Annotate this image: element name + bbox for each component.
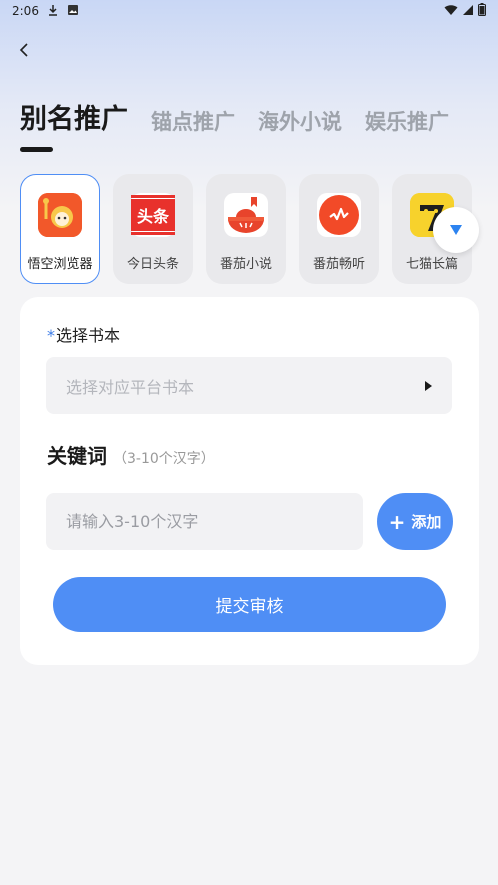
book-select[interactable]: 选择对应平台书本 <box>46 357 452 414</box>
wukong-browser-icon <box>38 193 82 237</box>
tab-entertainment-promotion[interactable]: 娱乐推广 <box>365 106 449 136</box>
platform-label: 番茄畅听 <box>312 257 365 272</box>
back-button[interactable] <box>12 38 36 62</box>
keyword-section-title: 关键词 （3-10个汉字） <box>47 440 215 469</box>
platform-label: 七猫长篇 <box>405 257 458 272</box>
platform-label: 今日头条 <box>126 257 179 272</box>
status-bar: 2:06 <box>0 0 498 22</box>
triangle-down-icon <box>450 225 462 235</box>
battery-icon <box>478 3 486 19</box>
toutiao-logo-text: 头条 <box>137 207 170 226</box>
platform-label: 番茄小说 <box>219 257 272 272</box>
triangle-right-icon <box>425 380 432 391</box>
wifi-icon <box>444 4 458 19</box>
tab-alias-promotion[interactable]: 别名推广 <box>20 97 128 136</box>
add-keyword-button[interactable]: + 添加 <box>377 493 453 550</box>
submit-review-button[interactable]: 提交审核 <box>53 577 446 632</box>
chevron-left-icon <box>19 43 28 57</box>
plus-icon: + <box>388 509 406 534</box>
keyword-input[interactable] <box>46 493 363 550</box>
platform-item-wukong[interactable]: 悟空浏览器 <box>20 174 100 284</box>
image-icon <box>67 4 79 19</box>
required-mark: * <box>47 326 55 345</box>
status-time: 2:06 <box>12 4 39 18</box>
platform-item-fanqie-listen[interactable]: 番茄畅听 <box>299 174 379 284</box>
keyword-hint: （3-10个汉字） <box>113 451 215 467</box>
active-tab-indicator <box>20 147 53 152</box>
book-label-text: 选择书本 <box>56 326 121 345</box>
toutiao-icon: 头条 <box>131 193 175 237</box>
platform-list: 悟空浏览器 头条 今日头条 番茄小说 番茄畅听 七猫长篇 <box>20 174 490 284</box>
promotion-tabs: 别名推广 锚点推广 海外小说 娱乐推广 <box>20 92 490 136</box>
form-card: *选择书本 选择对应平台书本 关键词 （3-10个汉字） + 添加 提交审核 <box>20 297 479 665</box>
tab-anchor-promotion[interactable]: 锚点推广 <box>151 106 235 136</box>
book-select-placeholder: 选择对应平台书本 <box>66 377 195 397</box>
signal-icon <box>462 4 474 19</box>
tab-overseas-novel[interactable]: 海外小说 <box>258 106 342 136</box>
download-icon <box>47 4 59 19</box>
expand-platforms-button[interactable] <box>433 207 479 253</box>
add-button-label: 添加 <box>411 513 442 531</box>
book-field-label: *选择书本 <box>47 322 120 346</box>
keyword-title: 关键词 <box>47 444 107 468</box>
fanqie-novel-icon <box>224 193 268 237</box>
platform-label: 悟空浏览器 <box>27 257 93 272</box>
platform-item-toutiao[interactable]: 头条 今日头条 <box>113 174 193 284</box>
platform-item-fanqie-novel[interactable]: 番茄小说 <box>206 174 286 284</box>
fanqie-listen-icon <box>317 193 361 237</box>
